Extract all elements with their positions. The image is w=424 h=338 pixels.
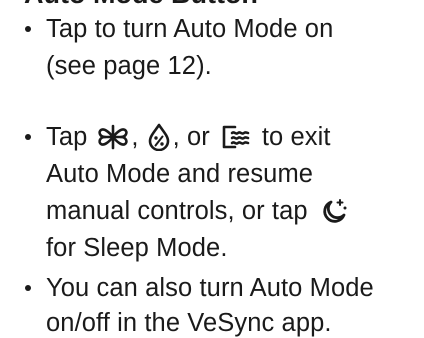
bullet-text: , — [131, 123, 139, 151]
bullet-line: Tap to turn Auto Mode on — [46, 14, 333, 44]
bullet-text: You can also turn Auto Mode — [46, 274, 374, 302]
bullet-text: , or — [172, 123, 210, 151]
humidity-icon — [147, 123, 171, 151]
bullet-dot — [25, 285, 31, 291]
sleep-mode-icon — [320, 197, 348, 225]
bullet-line: (see page 12). — [46, 51, 212, 81]
bullet-text: to exit — [261, 123, 331, 151]
bullet-line: for Sleep Mode. — [46, 233, 228, 263]
bullet-line: manual controls, or tap — [46, 196, 348, 226]
bullet-text: for Sleep Mode. — [46, 234, 228, 262]
bullet-line: Tap , , or to exit — [46, 122, 331, 152]
bullet-line: Auto Mode and resume — [46, 159, 313, 189]
section-heading: Auto Mode Button — [24, 0, 258, 9]
bullet-text: Tap — [46, 123, 88, 151]
bullet-text: (see page 12). — [46, 52, 212, 80]
mist-level-icon — [220, 124, 250, 150]
fan-icon — [97, 124, 129, 150]
bullet-line: You can also turn Auto Mode — [46, 273, 374, 303]
bullet-dot — [25, 134, 31, 140]
bullet-dot — [25, 26, 31, 32]
bullet-text: Auto Mode and resume — [46, 160, 314, 188]
bullet-line: on/off in the VeSync app. — [46, 308, 332, 338]
section-heading-clip: Auto Mode Button — [0, 0, 424, 9]
bullet-text: manual controls, or tap — [46, 197, 308, 225]
bullet-text: on/off in the VeSync app. — [46, 309, 332, 337]
bullet-text: Tap to turn Auto Mode on — [46, 15, 334, 43]
